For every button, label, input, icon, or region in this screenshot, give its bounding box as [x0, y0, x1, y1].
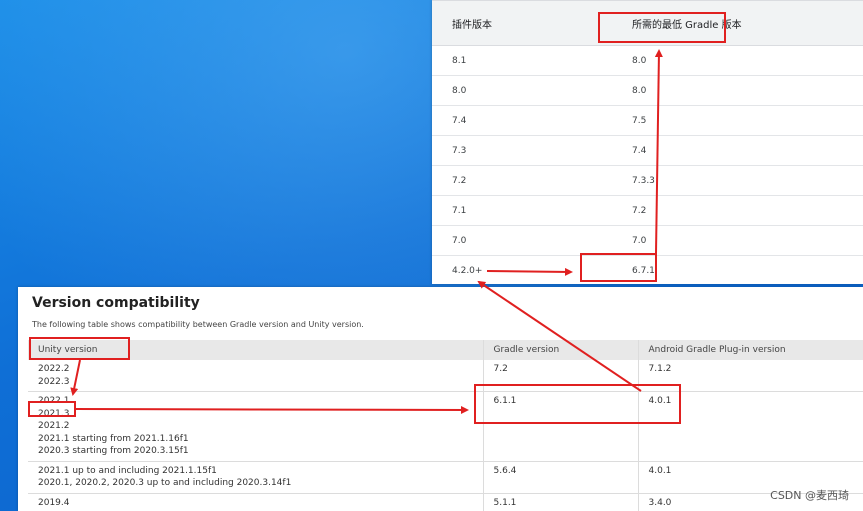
- annotation-arrows: [70, 49, 663, 414]
- csdn-watermark: CSDN @麦西琦: [770, 489, 849, 502]
- arrow-up-to-gradle-header: [654, 49, 663, 254]
- arrow-header-to-2021-3: [70, 359, 81, 396]
- arrow-4-2-0-to-6-7-1: [486, 267, 573, 276]
- arrow-2021-3-to-gradle-611: [75, 405, 469, 414]
- arrow-4-0-1-to-4-2-0: [477, 280, 642, 392]
